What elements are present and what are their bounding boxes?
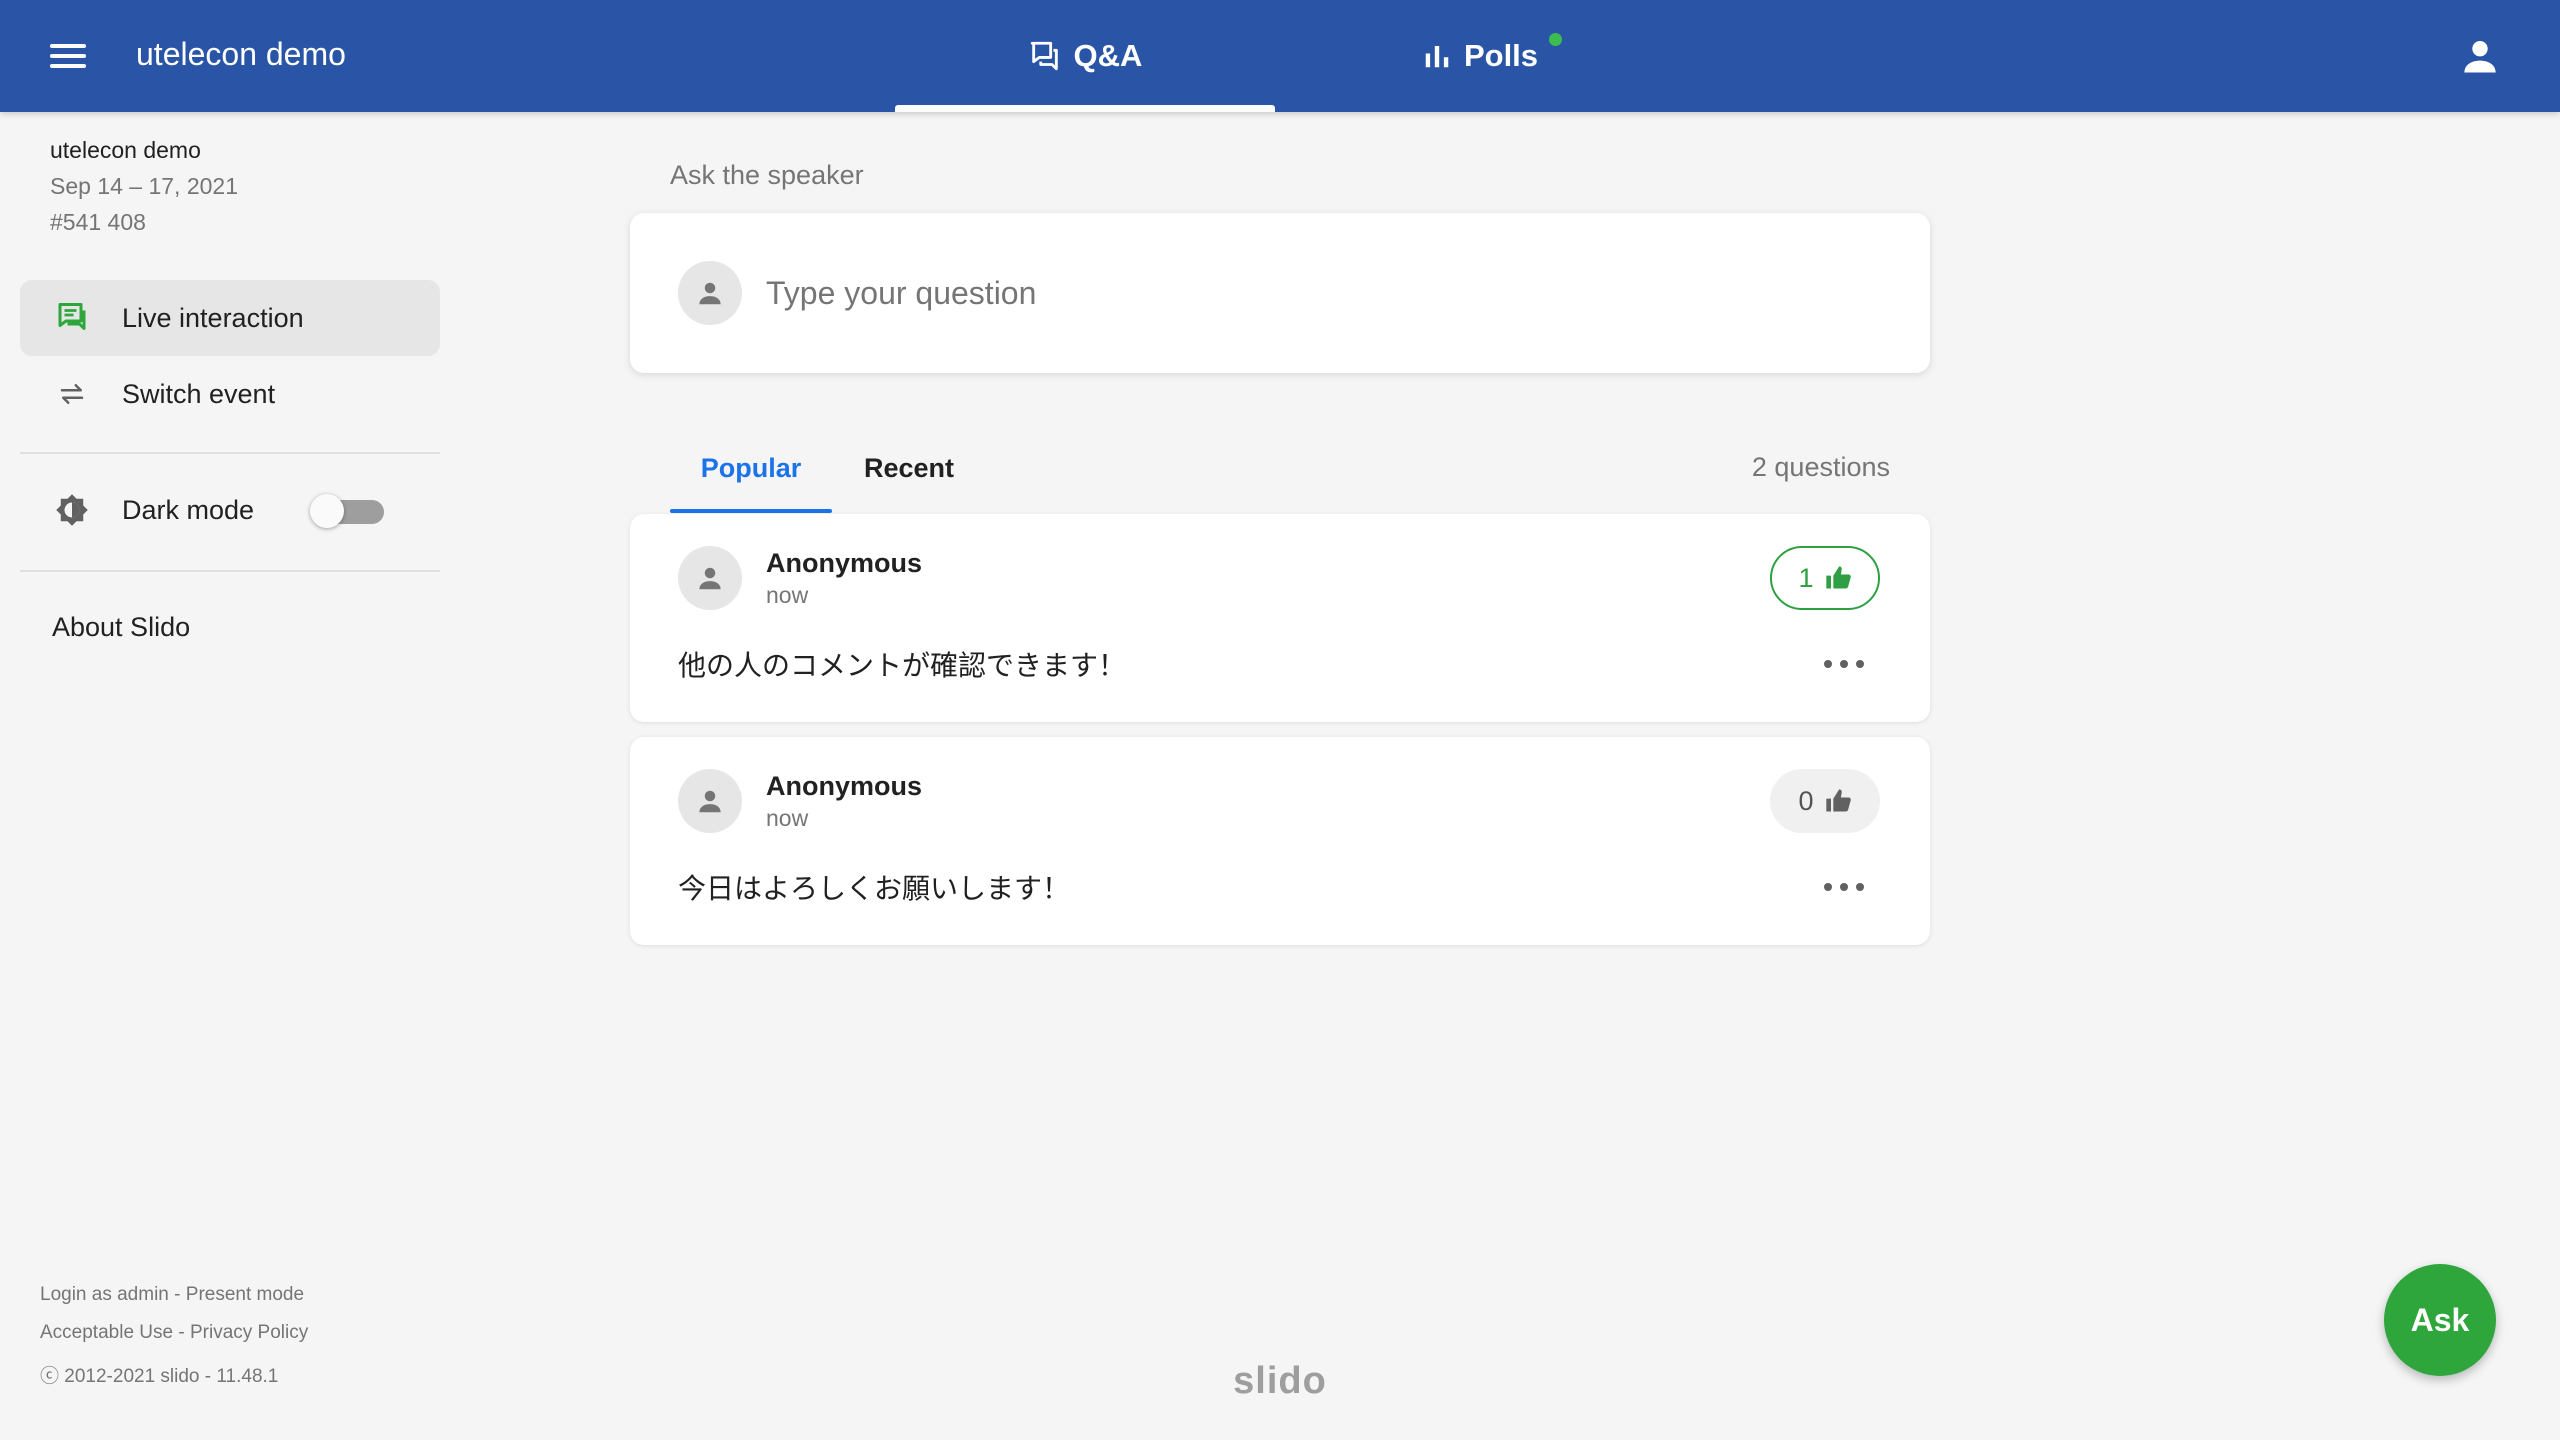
person-icon (699, 282, 721, 305)
like-button[interactable]: 1 (1770, 546, 1880, 610)
question-time: now (766, 805, 809, 831)
footer-separator: - (168, 1284, 186, 1305)
dark-mode-toggle[interactable] (310, 494, 384, 528)
question-text: 他の人のコメントが確認できます！ (678, 649, 1127, 682)
tab-recent[interactable]: Recent (864, 448, 954, 514)
question-author: Anonymous (766, 771, 923, 801)
like-button[interactable]: 0 (1770, 769, 1880, 833)
chat-bubbles-icon (1030, 41, 1058, 71)
privacy-policy-link[interactable]: Privacy Policy (190, 1322, 308, 1343)
question-text: 今日はよろしくお願いします！ (678, 872, 1071, 905)
tab-popular[interactable]: Popular (670, 448, 832, 514)
toggle-knob (310, 494, 344, 528)
about-slido-link[interactable]: About Slido (52, 612, 190, 643)
sidebar-divider (20, 570, 440, 572)
tab-polls[interactable]: Polls (1400, 0, 1560, 112)
active-tab-indicator (895, 105, 1275, 112)
like-count: 1 (1798, 562, 1814, 593)
top-app-bar: utelecon demo Q&A Polls (0, 0, 2560, 112)
sidebar-event-code: #541 408 (50, 209, 146, 235)
tab-qa-label: Q&A (1073, 38, 1143, 73)
question-card: Anonymous now 今日はよろしくお願いします！ 0 (630, 737, 1930, 945)
question-input[interactable] (766, 253, 1866, 333)
switch-arrows-icon (52, 374, 92, 414)
questions-count: 2 questions (1751, 452, 1890, 482)
thumbs-up-icon (1825, 566, 1851, 589)
ask-the-speaker-label: Ask the speaker (670, 160, 864, 190)
slido-logo: slido (1233, 1360, 1327, 1402)
dark-mode-label: Dark mode (122, 494, 255, 525)
user-account-icon[interactable] (2458, 34, 2502, 78)
more-options-icon[interactable] (1824, 654, 1864, 674)
bar-chart-icon (1425, 46, 1449, 68)
avatar (678, 546, 742, 610)
thumbs-up-icon (1825, 789, 1851, 812)
present-mode-link[interactable]: Present mode (186, 1284, 304, 1305)
sidebar-item-label: Live interaction (122, 302, 304, 333)
sidebar-item-switch-event[interactable]: Switch event (20, 356, 440, 432)
avatar (678, 769, 742, 833)
more-options-icon[interactable] (1824, 877, 1864, 897)
sidebar: utelecon demo Sep 14 – 17, 2021 #541 408… (0, 112, 460, 1440)
question-time: now (766, 582, 809, 608)
login-as-admin-link[interactable]: Login as admin (40, 1284, 169, 1305)
avatar (678, 261, 742, 325)
live-interaction-icon (52, 298, 92, 338)
tab-qa[interactable]: Q&A (895, 0, 1275, 112)
ask-question-card[interactable] (630, 213, 1930, 373)
sidebar-item-label: Switch event (122, 378, 276, 409)
question-author: Anonymous (766, 548, 923, 578)
polls-notification-dot (1549, 33, 1562, 46)
footer-copyright: ⓒ 2012-2021 slido - 11.48.1 (40, 1366, 279, 1387)
sidebar-divider (20, 452, 440, 454)
sidebar-item-live-interaction[interactable]: Live interaction (20, 280, 440, 356)
sidebar-event-dates: Sep 14 – 17, 2021 (50, 173, 238, 199)
person-icon (699, 790, 721, 813)
like-count: 0 (1798, 785, 1814, 816)
footer-separator: - (173, 1322, 190, 1343)
event-title: utelecon demo (136, 36, 346, 72)
acceptable-use-link[interactable]: Acceptable Use (40, 1322, 173, 1343)
tab-polls-label: Polls (1463, 38, 1539, 73)
hamburger-menu-icon[interactable] (44, 34, 92, 78)
person-icon (699, 567, 721, 590)
question-card: Anonymous now 他の人のコメントが確認できます！ 1 (630, 514, 1930, 722)
ask-fab-button[interactable]: Ask (2384, 1264, 2496, 1376)
popular-tab-indicator (670, 509, 832, 513)
footer-legal-links: Acceptable Use - Privacy Policy (40, 1320, 308, 1346)
brightness-icon (52, 490, 92, 530)
footer-admin-links: Login as admin - Present mode (40, 1282, 304, 1308)
sidebar-event-name: utelecon demo (50, 137, 201, 163)
